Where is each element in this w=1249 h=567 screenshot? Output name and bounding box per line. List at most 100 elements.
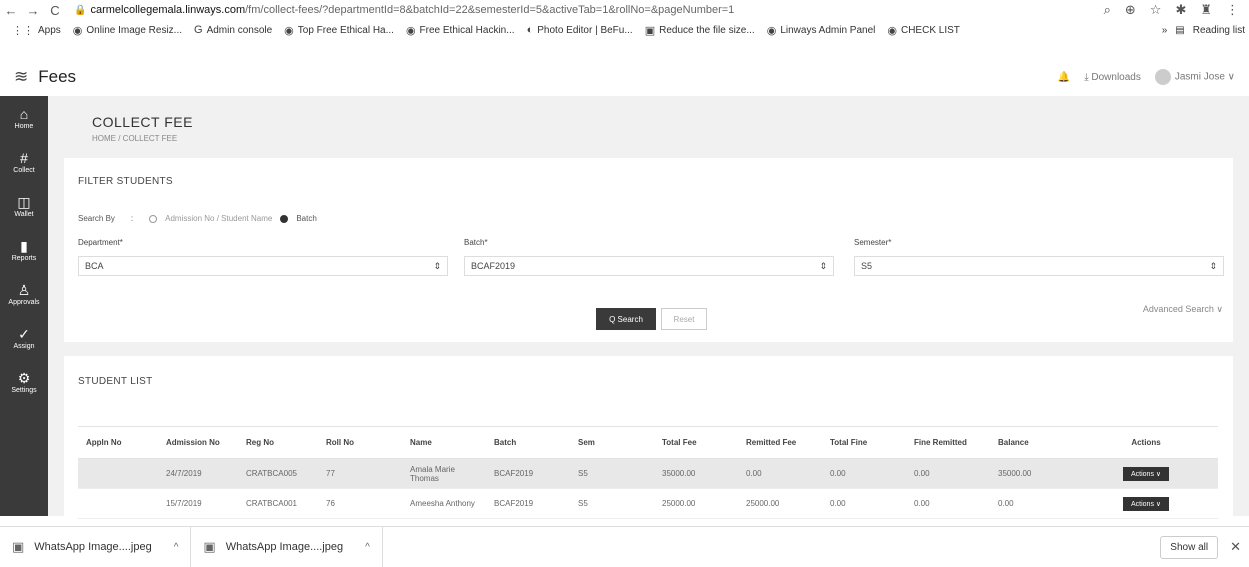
reload-icon[interactable]: C — [44, 3, 66, 18]
actions-dropdown-button[interactable]: Actions ∨ — [1122, 496, 1170, 511]
filter-title: FILTER STUDENTS — [78, 176, 173, 187]
fees-logo-icon: ≋ — [14, 67, 29, 86]
filter-students-card: FILTER STUDENTS Search By : Admission No… — [64, 158, 1233, 342]
reset-button[interactable]: Reset — [661, 308, 707, 330]
chevron-up-icon[interactable]: ^ — [365, 542, 370, 553]
share-icon[interactable]: ⊕ — [1125, 2, 1136, 18]
bookmark-item[interactable]: ◉ Linways Admin Panel — [767, 24, 876, 37]
kebab-menu-icon[interactable]: ⋮ — [1226, 2, 1239, 18]
lock-icon: 🔒 — [74, 4, 87, 16]
table-row[interactable]: 15/7/2019 CRATBCA001 76 Ameesha Anthony … — [78, 488, 1218, 519]
globe-icon: ◉ — [284, 24, 294, 37]
batch-select[interactable]: BCAF2019 ⇕ — [464, 256, 834, 276]
radio-admission-no[interactable] — [149, 214, 158, 223]
app-title: Fees — [38, 67, 77, 86]
breadcrumb: HOME / COLLECT FEE — [92, 134, 178, 143]
notification-bell-icon[interactable]: 🔔 — [1058, 72, 1070, 83]
home-icon: ⌂ — [19, 105, 29, 122]
col-batch: Batch — [486, 426, 570, 459]
image-file-icon: ▣ — [12, 539, 25, 554]
google-icon: G — [194, 24, 203, 36]
extensions-icon[interactable]: ✱ — [1175, 2, 1186, 18]
apps-grid-icon: ⋮⋮ — [12, 24, 34, 37]
bookmark-item[interactable]: ◐ Photo Editor | BeFu... — [527, 24, 633, 36]
actions-dropdown-button[interactable]: Actions ∨ — [1122, 466, 1170, 481]
browser-url-bar: ← → C 🔒 carmelcollegemala.linways.com/fm… — [0, 0, 1249, 20]
sidebar-item-settings[interactable]: ⚙ Settings — [0, 360, 48, 404]
sidebar-item-assign[interactable]: ✓ Assign — [0, 316, 48, 360]
col-total-fee: Total Fee — [654, 426, 738, 459]
reading-list-icon: ▤ — [1175, 24, 1185, 36]
table-row[interactable]: 24/7/2019 CRATBCA005 77 Amala Marie Thom… — [78, 458, 1218, 489]
search-by-row: Search By : Admission No / Student Name … — [78, 214, 317, 223]
sidebar-item-wallet[interactable]: ◫ Wallet — [0, 184, 48, 228]
bookmark-item[interactable]: ▣ Reduce the file size... — [645, 24, 755, 37]
bookmark-item[interactable]: ◉ CHECK LIST — [887, 24, 960, 37]
bookmarks-bar: ⋮⋮ Apps ◉ Online Image Resiz... G Admin con… — [0, 20, 1249, 40]
search-button[interactable]: Q Search — [596, 308, 656, 330]
sidebar: ⌂ Home # Collect ◫ Wallet ▮ Reports ♙ Approva… — [0, 96, 48, 516]
back-arrow-icon[interactable]: ← — [0, 3, 22, 18]
sidebar-item-home[interactable]: ⌂ Home — [0, 96, 48, 140]
bar-chart-icon: ▮ — [20, 237, 28, 254]
more-bookmarks-button[interactable]: » — [1162, 25, 1168, 36]
bookmark-apps[interactable]: ⋮⋮ Apps — [12, 24, 61, 37]
close-icon[interactable]: ✕ — [1230, 539, 1241, 555]
zoom-icon[interactable]: ⌕ — [1104, 2, 1111, 18]
col-roll-no: Roll No — [318, 426, 402, 459]
col-admission-no: Admission No — [158, 426, 238, 459]
bookmark-item[interactable]: ◉ Free Ethical Hackin... — [406, 24, 515, 37]
department-select[interactable]: BCA ⇕ — [78, 256, 448, 276]
col-name: Name — [402, 426, 486, 459]
student-list-title: STUDENT LIST — [78, 376, 153, 387]
wallet-icon: ◫ — [17, 193, 31, 210]
col-actions: Actions — [1074, 426, 1218, 459]
avatar — [1154, 69, 1171, 85]
radio-batch[interactable] — [280, 214, 289, 223]
check-circle-icon: ✓ — [18, 325, 30, 342]
bookmark-item[interactable]: G Admin console — [194, 24, 272, 36]
globe-icon: ◉ — [887, 24, 897, 37]
chevron-up-icon[interactable]: ^ — [174, 542, 179, 553]
col-appln-no: Appln No — [78, 426, 158, 459]
star-icon[interactable]: ☆ — [1150, 2, 1162, 18]
semester-label: Semester* — [854, 238, 892, 247]
show-all-button[interactable]: Show all — [1160, 535, 1219, 559]
user-menu[interactable]: Jasmi Jose ∨ — [1154, 69, 1235, 85]
semester-select[interactable]: S5 ⇕ — [854, 256, 1224, 276]
bookmark-item[interactable]: ◉ Online Image Resiz... — [73, 24, 182, 37]
globe-icon: ◉ — [766, 24, 777, 37]
department-label: Department* — [78, 238, 123, 247]
download-bar: ▣ WhatsApp Image....jpeg ^ ▣ WhatsApp Im… — [0, 526, 1249, 567]
user-check-icon: ♙ — [17, 281, 31, 298]
table-header-row: Appln No Admission No Reg No Roll No Nam… — [78, 426, 1218, 459]
reading-list-button[interactable]: Reading list — [1193, 25, 1245, 36]
bookmark-item[interactable]: ◉ Top Free Ethical Ha... — [284, 24, 394, 37]
page-header: COLLECT FEE HOME / COLLECT FEE — [64, 96, 1233, 158]
befunky-icon: ◐ — [526, 24, 534, 36]
col-remitted-fee: Remitted Fee — [738, 426, 822, 459]
address-field[interactable]: carmelcollegemala.linways.com/fm/collect… — [90, 4, 1103, 16]
main-content: COLLECT FEE HOME / COLLECT FEE FILTER ST… — [48, 96, 1249, 519]
select-arrows-icon: ⇕ — [433, 261, 441, 271]
col-sem: Sem — [570, 426, 654, 459]
student-table: Appln No Admission No Reg No Roll No Nam… — [78, 426, 1218, 519]
sidebar-item-collect[interactable]: # Collect — [0, 140, 48, 184]
globe-icon: ◉ — [72, 24, 83, 37]
forward-arrow-icon[interactable]: → — [22, 3, 44, 18]
col-balance: Balance — [990, 426, 1074, 459]
sidebar-item-reports[interactable]: ▮ Reports — [0, 228, 48, 272]
pdf-icon: ▣ — [644, 24, 656, 37]
gear-icon: ⚙ — [17, 369, 31, 386]
profile-icon[interactable]: ♜ — [1200, 2, 1212, 18]
page-title: COLLECT FEE — [92, 114, 193, 130]
download-item[interactable]: ▣ WhatsApp Image....jpeg ^ — [191, 526, 383, 567]
app-header: ≋ Fees 🔔 ⤓ Downloads Jasmi Jose ∨ — [0, 62, 1249, 92]
downloads-link[interactable]: ⤓ Downloads — [1084, 72, 1141, 83]
sidebar-item-approvals[interactable]: ♙ Approvals — [0, 272, 48, 316]
globe-icon: ◉ — [405, 24, 416, 37]
hash-icon: # — [20, 149, 28, 166]
image-file-icon: ▣ — [203, 539, 216, 554]
advanced-search-link[interactable]: Advanced Search ∨ — [1143, 304, 1223, 315]
download-item[interactable]: ▣ WhatsApp Image....jpeg ^ — [0, 526, 192, 567]
